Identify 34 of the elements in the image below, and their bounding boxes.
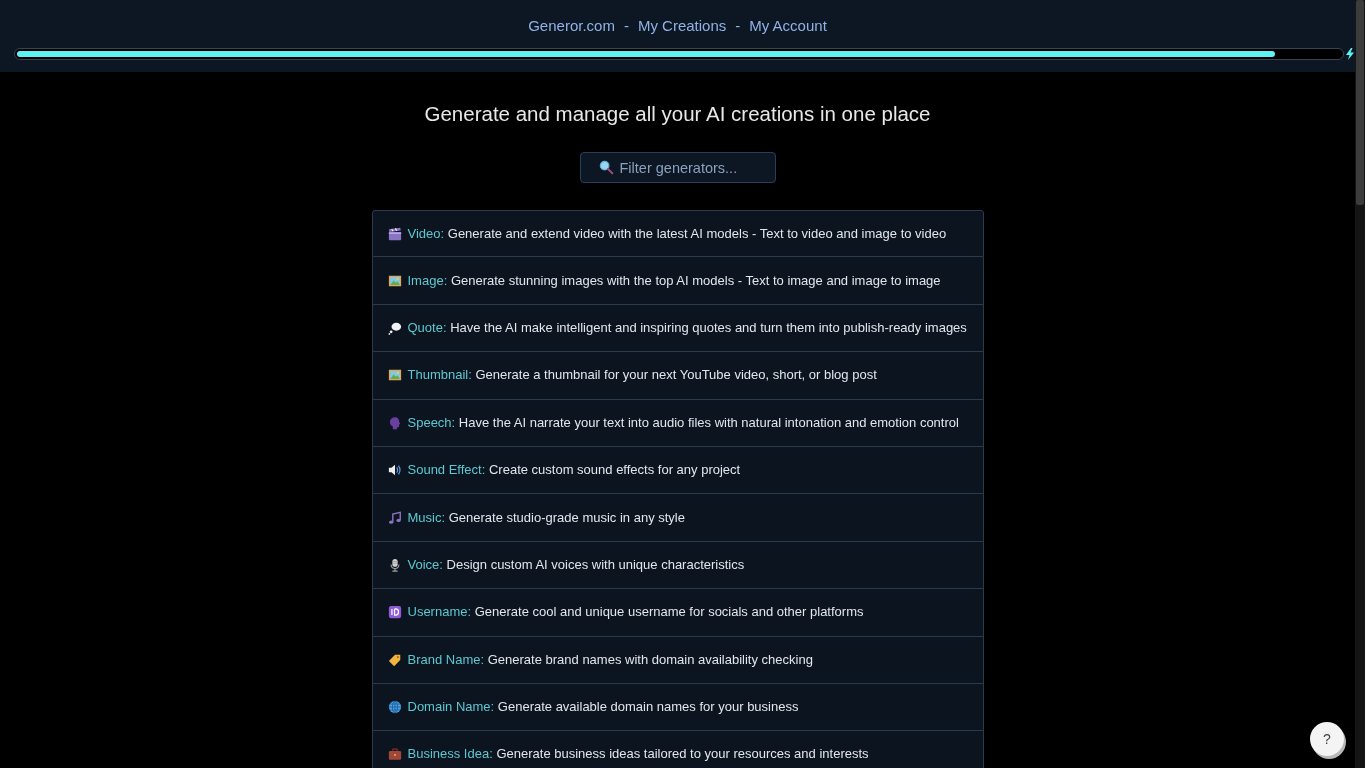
generator-link[interactable]: Voice: Design custom AI voices with unique characteristics [371,541,984,590]
generator-link[interactable]: Brand Name: Generate brand names with domain availability checking [371,636,984,684]
generator-link[interactable]: Domain Name: Generate available domain names for your business [371,683,984,732]
nav-separator: - [735,16,741,36]
tag-icon [387,652,402,667]
filter-field[interactable]: Filter generators... [579,152,776,183]
clapperboard-icon [387,226,402,241]
generator-link[interactable]: Username: Generate cool and unique username for socials and other platforms [371,589,984,637]
generator-link[interactable]: Business Idea: Generate business ideas tailored to your resources and interests [371,731,984,768]
generator-link[interactable]: Quote: Have the AI make intelligent and inspiring quotes and turn them into publish-ready images [371,304,984,353]
nav-separator: - [623,16,629,36]
generator-link[interactable]: Video: Generate and extend video with the latest AI models - Text to video and image to video [371,210,984,258]
speaking-head-icon [387,415,402,430]
picture-icon [387,368,402,383]
bolt-icon [1346,48,1354,60]
generator-link[interactable]: Thumbnail: Generate a thumbnail for your next YouTube video, short, or blog post [371,352,984,400]
page-heading: Generate and manage all your AI creations in one place [424,101,931,127]
help-button[interactable]: ? [1310,722,1344,756]
generator-link[interactable]: Image: Generate stunning images with the top AI models - Text to image and image to image [371,257,984,305]
generator-link[interactable]: Speech: Have the AI narrate your text into audio files with natural intonation and emotion control [371,399,984,447]
nav-link[interactable]: My Account [749,16,827,36]
thought-bubble-icon [387,320,402,335]
scrollbar-thumb[interactable] [1356,0,1364,205]
nav-link[interactable]: Generor.com [528,16,615,36]
id-badge-icon [387,605,402,620]
search-icon [598,160,614,175]
nav-link[interactable]: My Creations [637,16,727,36]
briefcase-icon [387,747,402,762]
generator-link[interactable]: Sound Effect: Create custom sound effects for any project [371,446,984,495]
music-notes-icon [387,510,402,525]
globe-icon [387,700,402,715]
generator-link[interactable]: Music: Generate studio-grade music in any style [371,494,984,542]
speaker-icon [387,463,402,478]
picture-icon [387,273,402,288]
